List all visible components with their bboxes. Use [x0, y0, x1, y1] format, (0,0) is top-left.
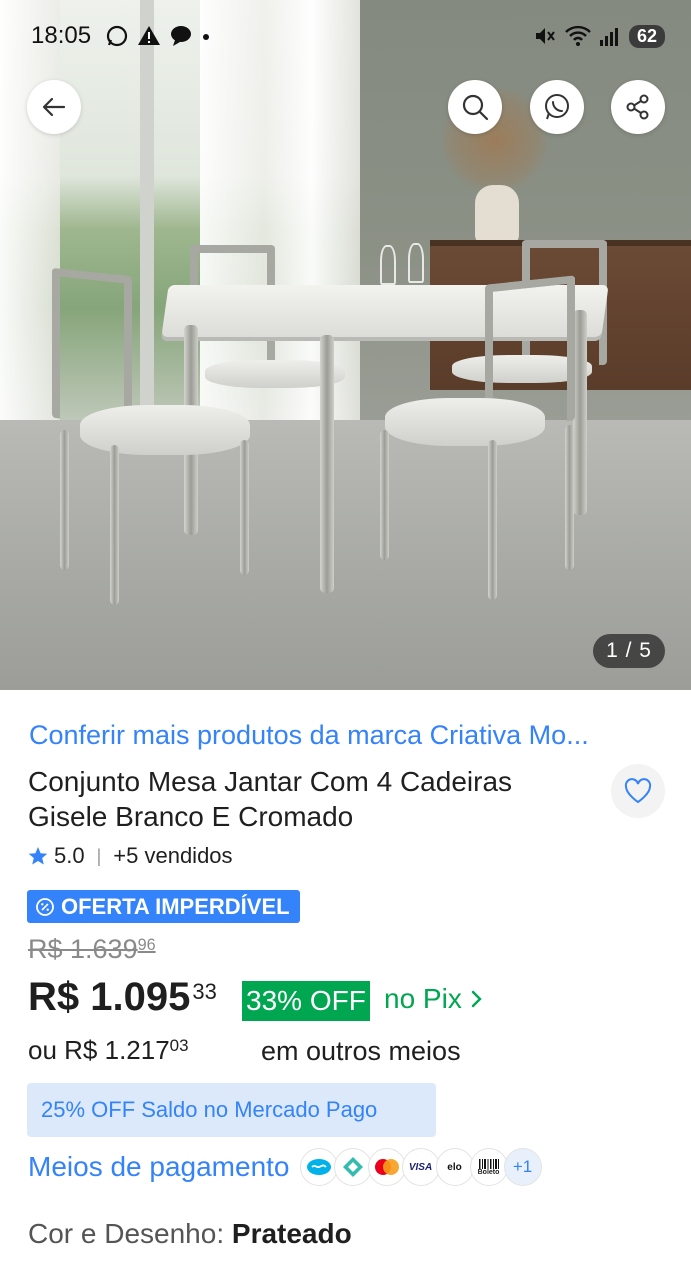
notification-icons	[105, 24, 211, 48]
rating-value: 5.0	[54, 843, 85, 868]
status-bar: 18:05 62	[0, 0, 691, 74]
hero-chair-leg	[488, 440, 497, 600]
hero-chair-seat	[385, 398, 545, 446]
boleto-label: Boleto	[477, 1168, 500, 1176]
chevron-right-icon	[471, 990, 482, 1008]
rating-separator: |	[96, 845, 102, 866]
offer-badge: OFERTA IMPERDÍVEL	[27, 890, 300, 923]
system-icons: 62	[533, 24, 665, 48]
alternative-price-label: em outros meios	[261, 1036, 461, 1066]
dot-icon	[203, 34, 209, 40]
search-icon	[462, 94, 489, 121]
payment-methods-row[interactable]: Meios de pagamento VISA elo Boleto +1	[28, 1148, 542, 1186]
offer-badge-label: OFERTA IMPERDÍVEL	[61, 893, 290, 919]
boleto-icon: Boleto	[469, 1148, 508, 1186]
pix-link[interactable]: no Pix	[384, 983, 484, 1015]
hero-table-leg	[573, 310, 587, 515]
elo-icon: elo	[435, 1148, 474, 1186]
rating-row[interactable]: 5.0 | +5 vendidos	[28, 843, 233, 869]
brand-products-link[interactable]: Conferir mais produtos da marca Criativa…	[29, 720, 669, 751]
star-icon	[28, 847, 48, 865]
alternative-price: ou R$ 1.21703	[28, 1035, 189, 1066]
arrow-left-icon	[42, 97, 66, 117]
pix-label: no Pix	[384, 983, 462, 1014]
hero-glass	[380, 245, 396, 285]
product-image[interactable]	[0, 0, 691, 690]
original-price-main: R$ 1.639	[28, 934, 138, 964]
hero-chair-leg	[380, 430, 389, 560]
hero-chair-leg	[565, 425, 574, 570]
original-price: R$ 1.63996	[28, 934, 156, 965]
warning-icon	[138, 26, 160, 45]
hero-chair-seat	[80, 405, 250, 455]
payment-methods-link[interactable]: Meios de pagamento	[28, 1151, 290, 1183]
more-payment-methods[interactable]: +1	[503, 1148, 542, 1186]
sold-count: +5 vendidos	[113, 843, 233, 868]
alternative-price-main: ou R$ 1.217	[28, 1035, 170, 1065]
hero-chair-leg	[240, 440, 249, 575]
heart-icon	[624, 778, 652, 804]
favorite-button[interactable]	[611, 764, 665, 818]
whatsapp-share-button[interactable]	[530, 80, 584, 134]
signal-icon	[599, 28, 618, 46]
discount-icon	[36, 897, 54, 916]
back-button[interactable]	[27, 80, 81, 134]
search-button[interactable]	[448, 80, 502, 134]
mastercard-icon	[367, 1148, 406, 1186]
color-selection[interactable]: Cor e Desenho: Prateado	[28, 1218, 352, 1250]
hero-floor	[0, 420, 691, 690]
mute-icon	[535, 28, 555, 44]
hero-chair-leg	[110, 445, 119, 605]
current-price-cents: 33	[192, 979, 217, 1004]
hero-table-leg	[320, 335, 334, 593]
whatsapp-icon	[545, 94, 569, 120]
color-value: Prateado	[231, 1218, 352, 1249]
hero-glass	[408, 243, 424, 283]
elo-label: elo	[447, 1161, 462, 1173]
pix-icon	[333, 1148, 372, 1186]
hero-vase	[475, 185, 519, 245]
whatsapp-notification-icon	[106, 25, 128, 47]
share-button[interactable]	[611, 80, 665, 134]
visa-icon: VISA	[401, 1148, 440, 1186]
hero-chair	[52, 267, 132, 427]
current-price: R$ 1.09533	[28, 975, 217, 1020]
alternative-price-cents: 03	[169, 1036, 189, 1055]
discount-badge: 33% OFF	[242, 981, 370, 1021]
battery-indicator: 62	[628, 24, 665, 48]
share-icon	[626, 94, 649, 120]
mercado-pago-icon	[299, 1148, 338, 1186]
wifi-icon	[565, 25, 591, 46]
chat-bubble-icon	[171, 26, 191, 46]
current-price-main: R$ 1.095	[28, 975, 191, 1019]
image-counter: 1 / 5	[593, 634, 665, 668]
color-label: Cor e Desenho:	[28, 1218, 225, 1249]
hero-chair-leg	[60, 430, 69, 570]
mercado-pago-offer[interactable]: 25% OFF Saldo no Mercado Pago	[27, 1083, 436, 1137]
status-time: 18:05	[31, 22, 92, 49]
visa-label: VISA	[408, 1161, 433, 1173]
product-title: Conjunto Mesa Jantar Com 4 Cadeiras Gise…	[28, 766, 513, 832]
original-price-cents: 96	[137, 936, 156, 954]
